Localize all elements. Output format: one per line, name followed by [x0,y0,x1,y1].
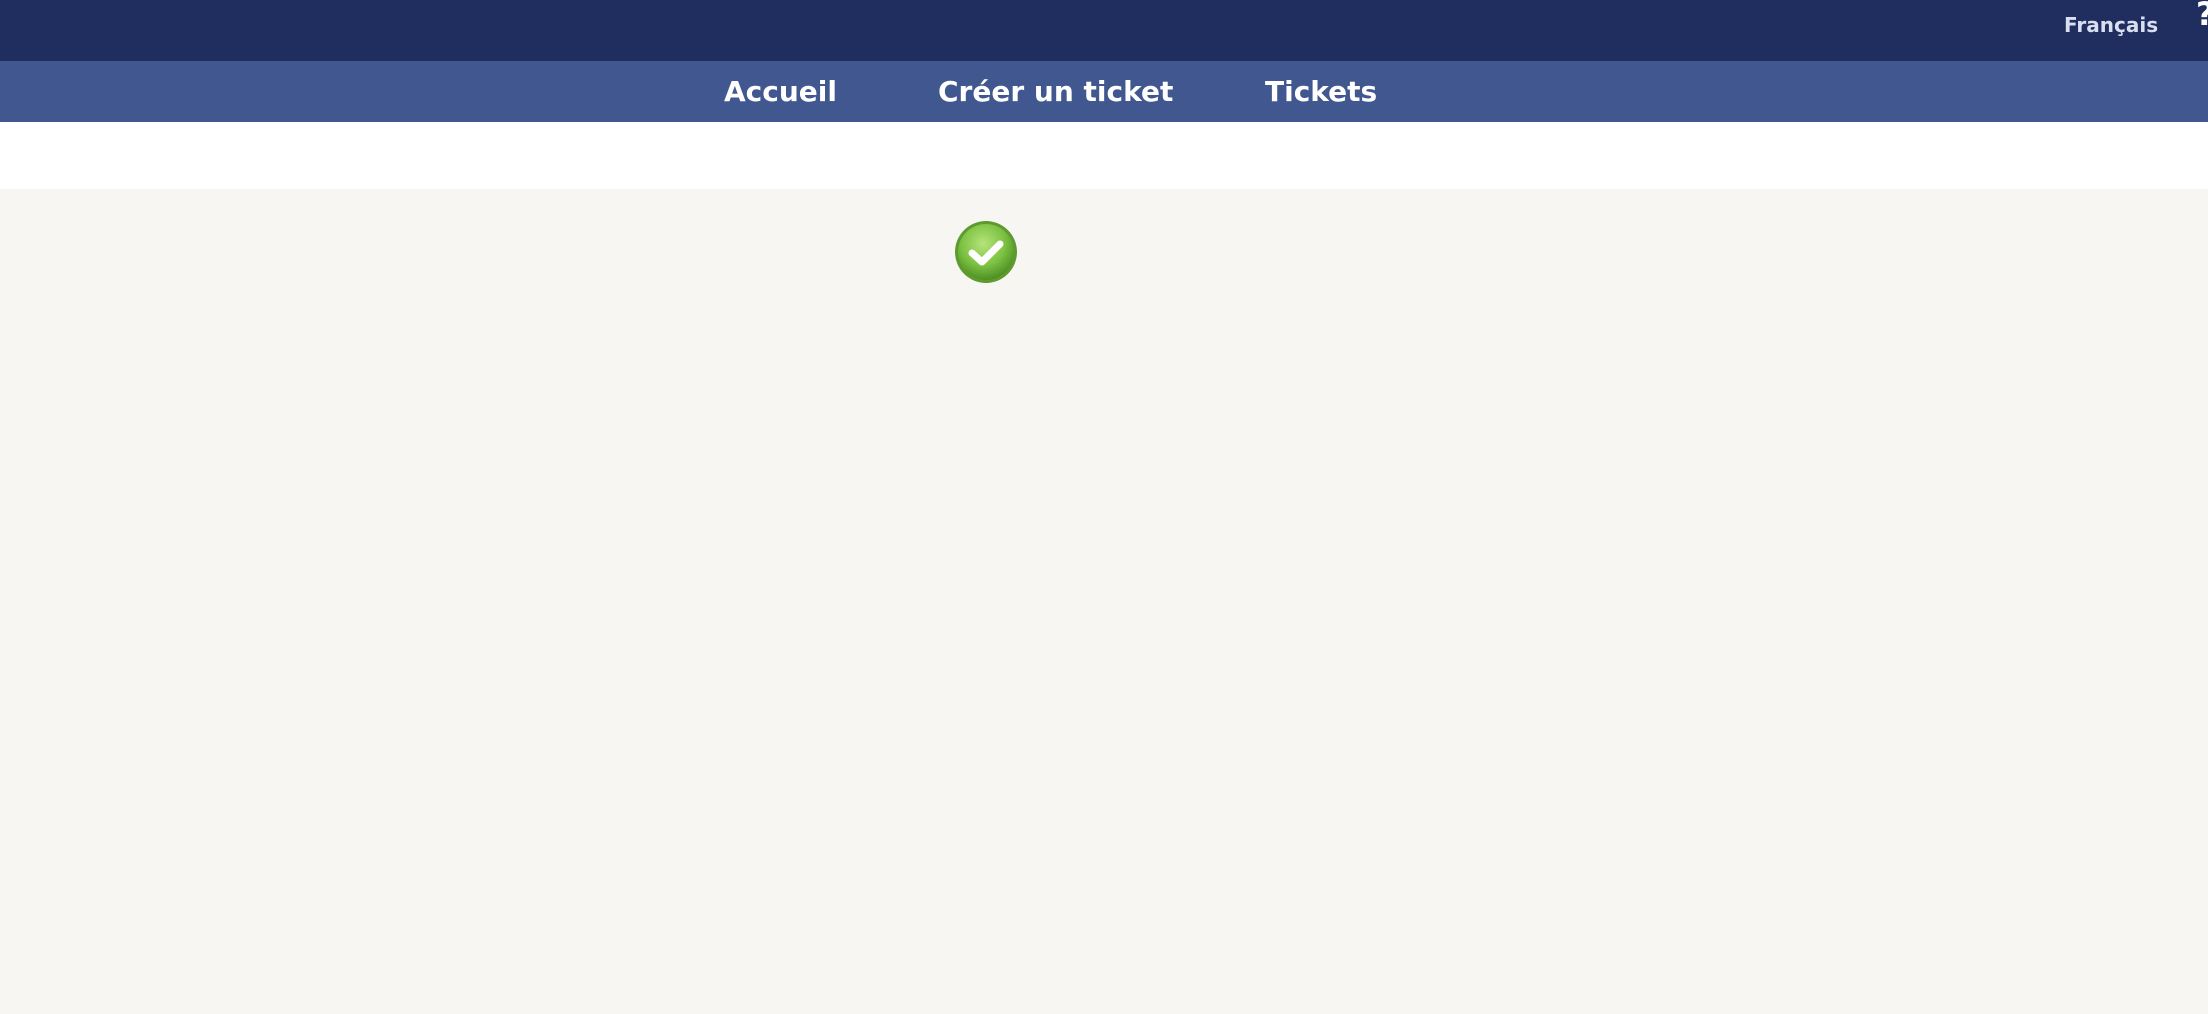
nav-item-home[interactable]: Accueil [724,75,837,108]
nav-item-create-ticket[interactable]: Créer un ticket [938,75,1173,108]
nav-item-tickets[interactable]: Tickets [1265,75,1377,108]
main-navigation: Accueil Créer un ticket Tickets [0,61,2208,122]
language-selector[interactable]: Français [2064,13,2158,37]
sub-header [0,122,2208,189]
top-bar: Français ? [0,0,2208,61]
help-icon[interactable]: ? [2196,0,2208,30]
check-circle-icon [955,221,1017,283]
main-content [0,189,2208,1014]
